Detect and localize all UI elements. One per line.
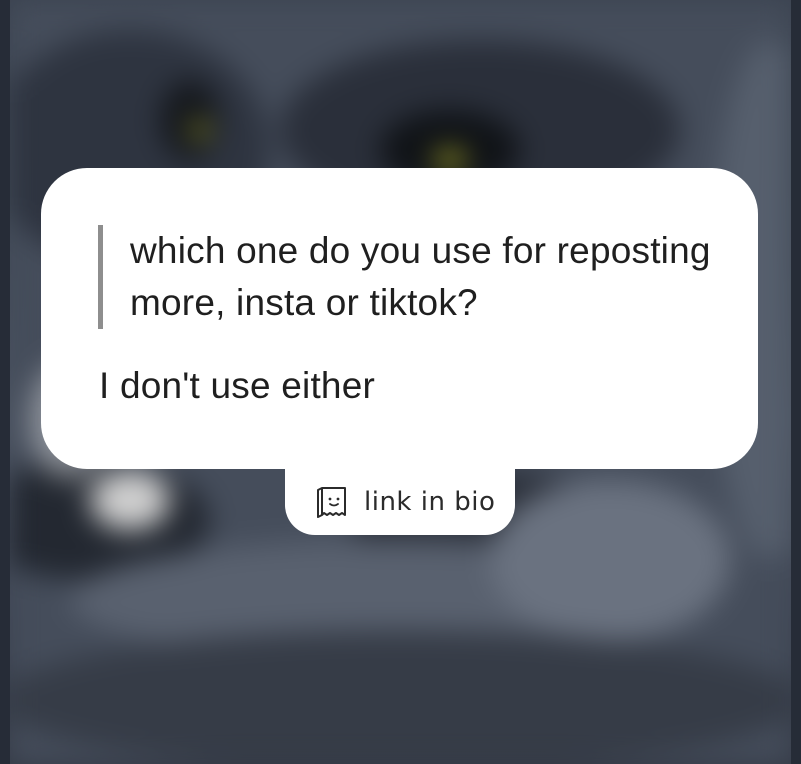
question-quote: which one do you use for reposting more,… (98, 225, 730, 329)
screenshot-frame: which one do you use for reposting more,… (0, 0, 801, 764)
answer-text: I don't use either (99, 365, 376, 406)
ask-answer-card: which one do you use for reposting more,… (41, 168, 758, 469)
left-edge (0, 0, 10, 764)
right-edge (791, 0, 801, 764)
ghost-card-icon (313, 484, 349, 520)
link-in-bio-label: link in bio (364, 487, 496, 517)
link-in-bio-button[interactable]: link in bio (285, 469, 515, 535)
